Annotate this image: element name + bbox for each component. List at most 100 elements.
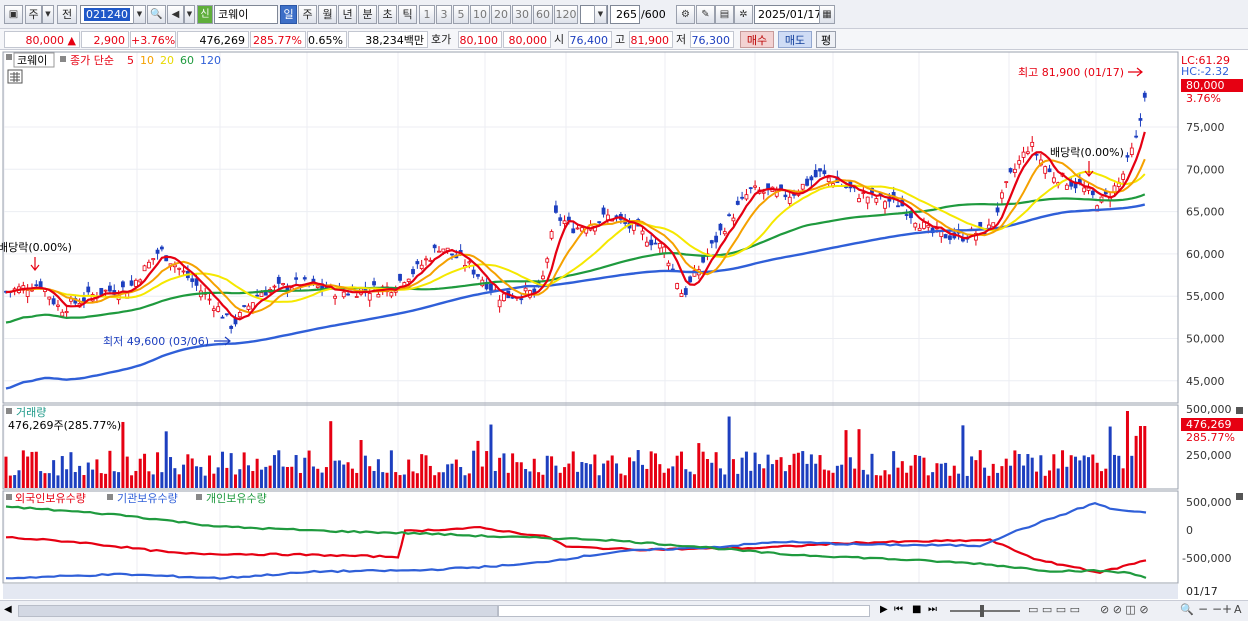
holding-tick-zero: 0	[1186, 524, 1193, 537]
volume-bar	[857, 429, 861, 488]
scroll-left-icon[interactable]: ◀	[4, 604, 12, 615]
layout-icon[interactable]: ▣	[4, 5, 23, 24]
close-panel-icon[interactable]	[1236, 493, 1243, 500]
volume-bar	[1065, 466, 1069, 488]
prev-button[interactable]: 전	[57, 5, 77, 24]
save-icon[interactable]: ▤	[715, 5, 734, 24]
plus-icon[interactable]: +	[1222, 602, 1232, 616]
candle-body	[1000, 192, 1004, 199]
candle-body	[1138, 118, 1143, 121]
stop-icon[interactable]: ■	[912, 604, 921, 615]
tab-week[interactable]: 주	[298, 5, 317, 24]
count-input[interactable]: 265	[610, 5, 640, 24]
chevron-down-icon[interactable]: ▼	[42, 5, 54, 24]
speaker-icon[interactable]: ◀	[167, 5, 184, 24]
volume-bar	[1013, 450, 1017, 488]
draw-tools-icon[interactable]: ⊘ ⊘ ◫ ⊘	[1100, 603, 1149, 616]
candle-body	[1043, 166, 1048, 174]
candle-body	[47, 296, 52, 300]
volume-bar	[822, 469, 826, 488]
first-page-icon[interactable]: ⏮	[894, 604, 903, 615]
tab-day[interactable]: 일	[280, 5, 297, 24]
candle-body	[142, 265, 147, 272]
code-input[interactable]: 021240	[80, 5, 134, 24]
gear-icon[interactable]: ✲	[734, 5, 753, 24]
candle-body	[679, 293, 684, 297]
volume-bar	[848, 457, 852, 488]
grid-tools-icon[interactable]: ▭ ▭ ▭ ▭	[1028, 603, 1080, 616]
code-dropdown-icon[interactable]: ▼	[133, 5, 146, 24]
scroll-thumb[interactable]	[498, 605, 870, 617]
interval-10[interactable]: 10	[470, 5, 490, 24]
interval-120[interactable]: 120	[554, 5, 578, 24]
flat-button[interactable]: 평	[816, 31, 836, 48]
search-icon[interactable]: 🔍	[147, 5, 166, 24]
volume-bar	[623, 475, 627, 488]
volume-bar	[593, 454, 597, 488]
volume-bar	[385, 472, 389, 488]
zoom-icon[interactable]: 🔍	[1180, 603, 1194, 616]
candle-body	[523, 287, 528, 292]
interval-20[interactable]: 20	[491, 5, 511, 24]
legend-square-icon	[107, 494, 113, 500]
last-page-icon[interactable]: ⏭	[928, 604, 937, 615]
candle-body	[549, 231, 554, 239]
volume-bar	[913, 454, 917, 488]
interval-3[interactable]: 3	[436, 5, 452, 24]
period-select[interactable]: 주	[25, 5, 42, 24]
volume-bar	[697, 443, 701, 488]
interval-5[interactable]: 5	[453, 5, 469, 24]
interval-30[interactable]: 30	[512, 5, 532, 24]
candle-body	[735, 200, 740, 205]
candle-body	[259, 292, 264, 297]
scroll-right-icon[interactable]: ▶	[880, 604, 888, 615]
zoom-out-icon[interactable]: −	[1198, 602, 1208, 616]
candle-body	[701, 256, 706, 263]
legend-square-icon	[6, 54, 12, 60]
candle-body	[1034, 153, 1039, 156]
stock-name-field[interactable]: 코웨이	[214, 5, 278, 24]
font-size-icon[interactable]: A	[1234, 603, 1242, 616]
candle-body	[181, 270, 186, 273]
volume-bar	[909, 465, 913, 488]
interval-60[interactable]: 60	[533, 5, 553, 24]
bid-price: 80,100	[458, 31, 502, 48]
stock-chart[interactable]: 75,000 70,000 65,000 60,000 55,000 50,000 45,0…	[0, 51, 1248, 600]
volume-bar	[835, 465, 839, 488]
volume-bar	[576, 471, 580, 488]
volume-bar	[584, 463, 588, 488]
draw-tool-icon[interactable]: ✎	[696, 5, 715, 24]
candle-body	[177, 267, 182, 270]
date-input[interactable]: 2025/01/17	[754, 5, 821, 24]
tab-year[interactable]: 년	[338, 5, 357, 24]
minus-icon[interactable]: −	[1212, 602, 1222, 616]
buy-button[interactable]: 매수	[740, 31, 774, 48]
sell-button[interactable]: 매도	[778, 31, 812, 48]
volume-bar	[970, 456, 974, 488]
volume-bar	[294, 455, 298, 488]
tab-second[interactable]: 초	[378, 5, 397, 24]
settings-grid-icon[interactable]: ⚙	[676, 5, 695, 24]
calendar-icon[interactable]: ▦	[819, 5, 835, 24]
volume-bar	[788, 464, 792, 488]
tab-tick[interactable]: 틱	[398, 5, 417, 24]
volume-bar	[991, 463, 995, 488]
tab-minute[interactable]: 분	[358, 5, 377, 24]
zoom-slider-handle[interactable]	[980, 605, 984, 617]
holding-tick-top: 500,000	[1186, 496, 1232, 509]
close-panel-icon[interactable]	[1236, 407, 1243, 414]
volume-bar	[710, 462, 714, 488]
volume-bar	[394, 472, 398, 488]
volume-bar	[1030, 457, 1034, 488]
chart-scrollbar[interactable]: ◀ ▶ ⏮ ■ ⏭ ▭ ▭ ▭ ▭ ⊘ ⊘ ◫ ⊘ 🔍 − − + A	[0, 600, 1248, 621]
volume-bar	[350, 468, 354, 488]
scroll-track[interactable]	[18, 605, 498, 617]
candle-body	[294, 277, 299, 280]
zoom-slider[interactable]	[950, 610, 1020, 612]
candle-body	[896, 205, 900, 208]
volume-bar	[177, 474, 181, 488]
speaker-dropdown-icon[interactable]: ▼	[184, 5, 195, 24]
interval-1[interactable]: 1	[419, 5, 435, 24]
interval-dropdown-icon[interactable]: ▼	[594, 5, 607, 24]
tab-month[interactable]: 월	[318, 5, 337, 24]
